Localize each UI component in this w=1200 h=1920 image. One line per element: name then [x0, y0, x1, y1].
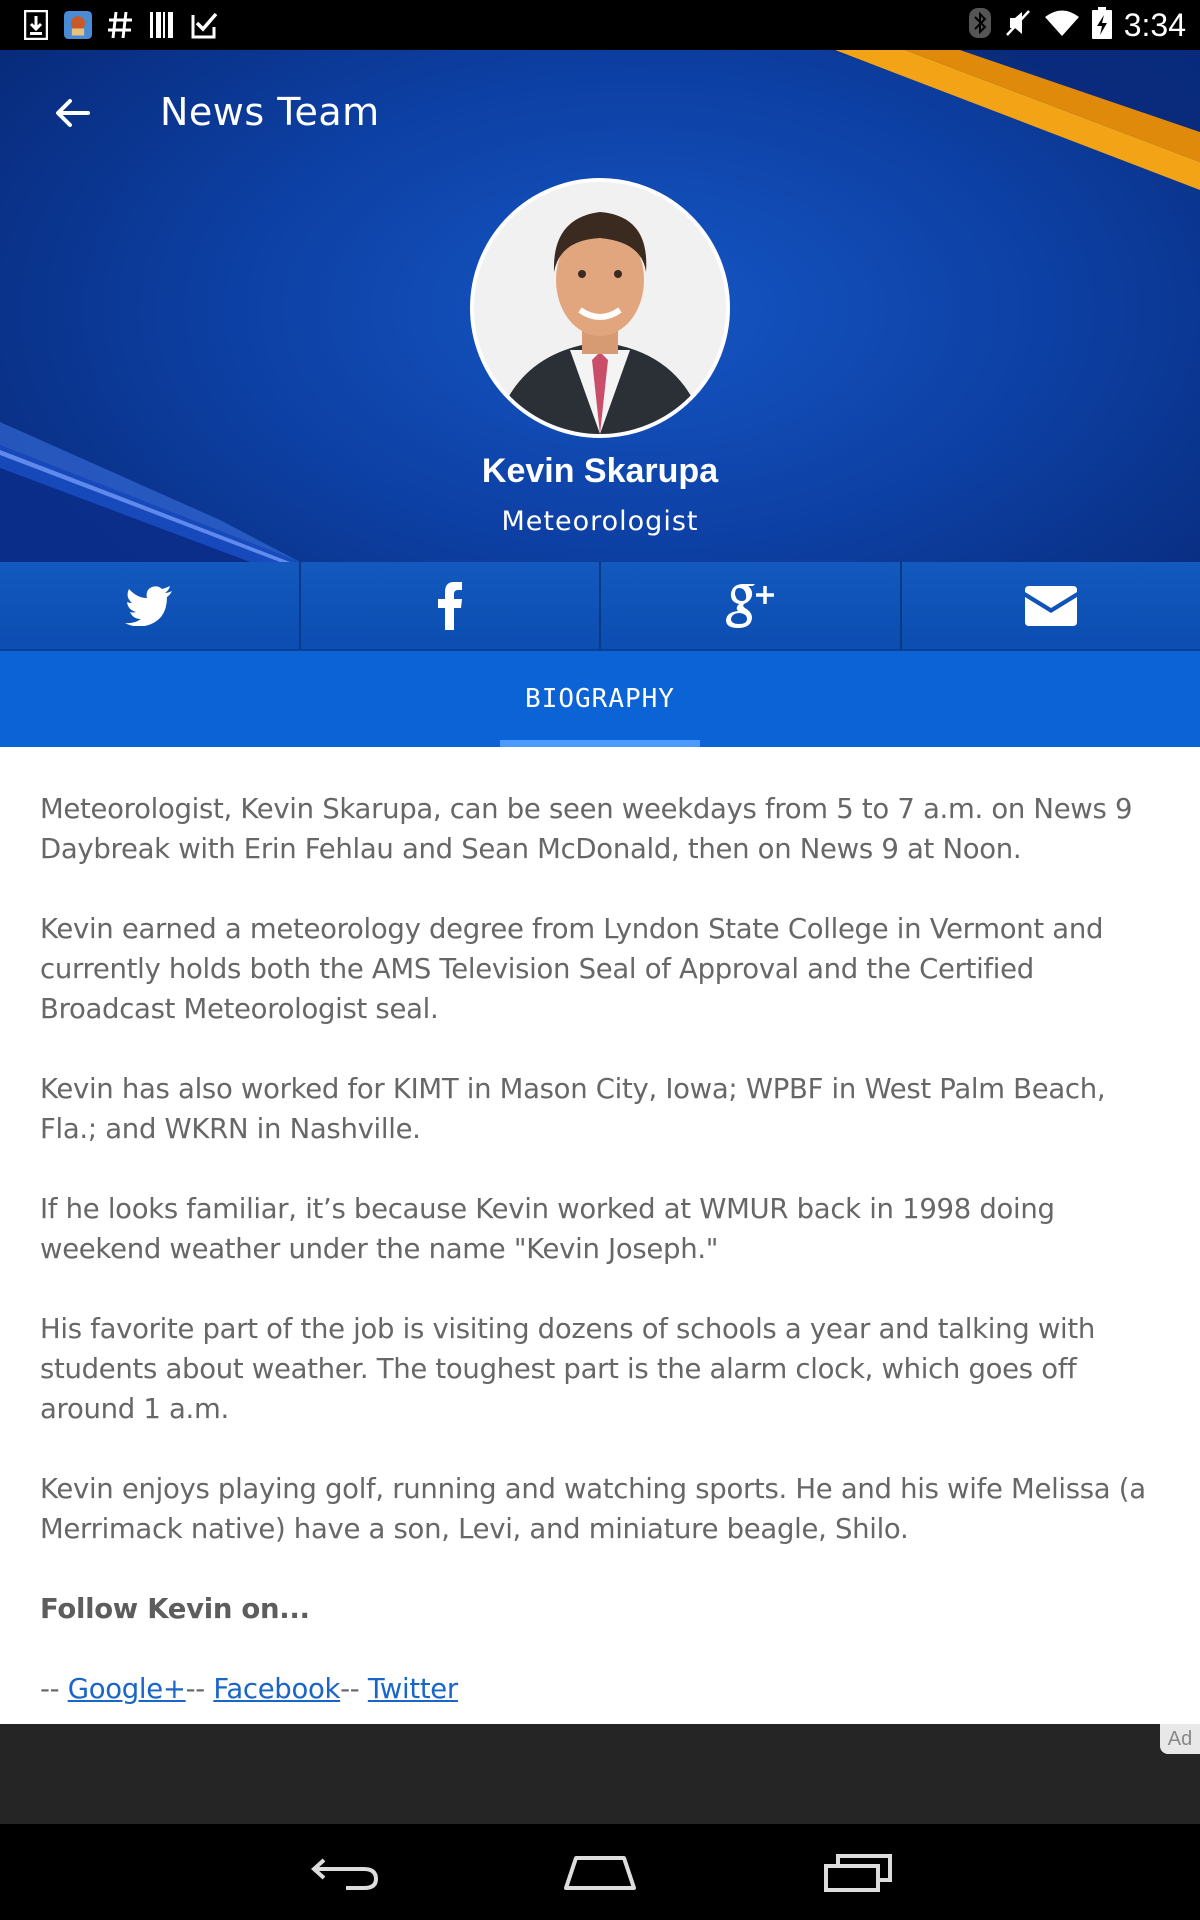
nav-back-button[interactable]: [295, 1842, 395, 1902]
status-bar: 3:34: [0, 0, 1200, 50]
tab-bar: BIOGRAPHY: [0, 651, 1200, 747]
hash-icon: [106, 8, 134, 42]
email-icon: [1024, 585, 1077, 626]
follow-links: -- Google+-- Facebook-- Twitter: [40, 1669, 1160, 1709]
google-plus-link[interactable]: Google+: [68, 1673, 186, 1705]
profile-header: News Team Kevin Skarupa Meteorologist: [0, 50, 1200, 562]
notification-icons: [22, 8, 218, 42]
facebook-link[interactable]: Facebook: [213, 1673, 340, 1705]
bio-paragraph: Meteorologist, Kevin Skarupa, can be see…: [40, 793, 1133, 865]
profile-photo: [474, 182, 726, 434]
bio-paragraph: Kevin earned a meteorology degree from L…: [40, 913, 1104, 1025]
bluetooth-icon: [968, 7, 992, 43]
back-nav-icon: [311, 1858, 379, 1890]
barcode-icon: [148, 8, 176, 42]
system-icons: 3:34: [968, 4, 1186, 46]
bio-paragraph: Kevin enjoys playing golf, running and w…: [40, 1473, 1146, 1545]
links-prefix: --: [40, 1673, 68, 1705]
follow-heading: Follow Kevin on...: [40, 1593, 310, 1625]
muted-icon: [1004, 7, 1032, 43]
ad-badge: Ad: [1160, 1724, 1200, 1754]
tab-label: BIOGRAPHY: [525, 684, 675, 714]
download-icon: [22, 8, 50, 42]
twitter-button[interactable]: [0, 562, 301, 649]
google-plus-button[interactable]: [601, 562, 902, 649]
email-button[interactable]: [902, 562, 1200, 649]
bio-paragraph: If he looks familiar, it’s because Kevin…: [40, 1193, 1055, 1265]
facebook-button[interactable]: [301, 562, 601, 649]
wifi-icon: [1044, 8, 1080, 42]
clock: 3:34: [1123, 6, 1186, 43]
facebook-icon: [437, 581, 462, 630]
back-button[interactable]: [44, 88, 100, 138]
twitter-icon: [125, 585, 173, 626]
google-plus-icon: [726, 583, 775, 628]
nav-recents-button[interactable]: [808, 1842, 908, 1902]
ad-banner[interactable]: Ad: [0, 1724, 1200, 1824]
recents-nav-icon: [824, 1854, 892, 1892]
system-nav-bar: [0, 1824, 1200, 1920]
biography-content: Meteorologist, Kevin Skarupa, can be see…: [0, 747, 1200, 1724]
arrow-back-icon: [56, 99, 90, 127]
tab-active-indicator: [500, 740, 700, 747]
battery-charging-icon: [1091, 7, 1112, 43]
social-bar: [0, 562, 1200, 651]
clipboard-check-icon: [190, 8, 218, 42]
avatar: [470, 178, 730, 438]
nav-home-button[interactable]: [550, 1842, 650, 1902]
person-role: Meteorologist: [501, 506, 699, 537]
home-nav-icon: [564, 1856, 636, 1890]
bio-paragraph: Kevin has also worked for KIMT in Mason …: [40, 1073, 1106, 1145]
links-separator: --: [185, 1673, 214, 1705]
page-title: News Team: [160, 90, 380, 134]
person-name: Kevin Skarupa: [481, 452, 719, 490]
twitter-link[interactable]: Twitter: [368, 1673, 458, 1705]
tab-biography[interactable]: BIOGRAPHY: [500, 651, 700, 747]
app-notification-icon: [64, 8, 92, 42]
bio-paragraph: His favorite part of the job is visiting…: [40, 1313, 1095, 1425]
links-separator: --: [340, 1673, 368, 1705]
